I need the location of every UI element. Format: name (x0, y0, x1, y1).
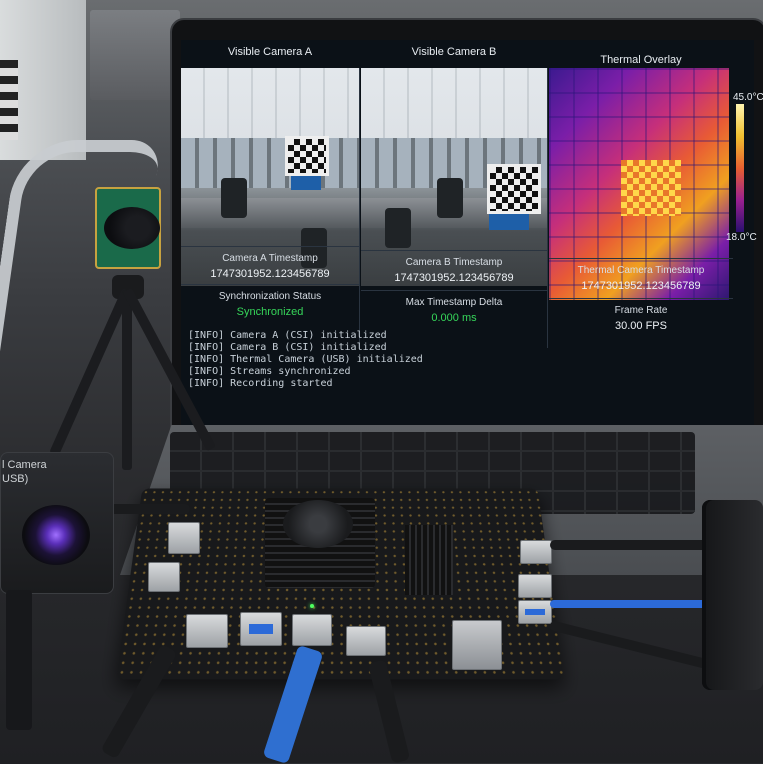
camera-b-timestamp-cell: Camera B Timestamp 1747301952.123456789 (361, 250, 547, 291)
tripod-leg (122, 290, 132, 470)
log-line: [INFO] Thermal Camera (USB) initialized (188, 354, 728, 366)
thermal-camera-label-line2: USB) (2, 472, 47, 486)
power-supply-brick (702, 500, 763, 690)
column-divider (547, 68, 548, 348)
thermal-timestamp-cell: Thermal Camera Timestamp 1747301952.1234… (549, 258, 733, 299)
column-divider (359, 68, 360, 348)
thermal-timestamp-label: Thermal Camera Timestamp (549, 265, 733, 276)
cooling-fan (283, 500, 353, 548)
status-led (310, 604, 314, 608)
office-windows (181, 138, 359, 188)
camera-a-title: Visible Camera A (181, 46, 359, 64)
max-delta-cell: Max Timestamp Delta 0.000 ms (361, 290, 547, 333)
thermal-camera-device-label: l Camera USB) (2, 458, 47, 486)
side-port (148, 562, 180, 592)
thermal-scale-min: 18.0°C (726, 232, 757, 243)
thermal-tripod (6, 590, 32, 730)
whiteboard-marker-strip (0, 60, 18, 140)
checkerboard-stand (291, 176, 321, 190)
office-chair (385, 208, 411, 248)
photo-scene: Visible Camera A Visible Camera B Therma… (0, 0, 763, 763)
office-chair (221, 178, 247, 218)
sync-status-label: Synchronization Status (181, 291, 359, 302)
camera-b-timestamp-value: 1747301952.123456789 (361, 272, 547, 284)
office-chair (437, 178, 463, 218)
usb3-port (240, 612, 282, 646)
camera-b-title: Visible Camera B (361, 46, 547, 64)
thermal-lens (22, 505, 90, 565)
frame-rate-label: Frame Rate (549, 305, 733, 316)
background-shelf (90, 10, 180, 100)
sync-status-cell: Synchronization Status Synchronized (181, 284, 359, 327)
usb-port (292, 614, 332, 646)
log-console: [INFO] Camera A (CSI) initialized [INFO]… (188, 330, 728, 402)
camera-b-timestamp-label: Camera B Timestamp (361, 257, 547, 268)
hdmi-port (346, 626, 386, 656)
thermal-timestamp-value: 1747301952.123456789 (549, 280, 733, 292)
usb-port (520, 540, 552, 564)
checkerboard-target (285, 136, 329, 176)
log-line: [INFO] Streams synchronized (188, 366, 728, 378)
log-line: [INFO] Camera B (CSI) initialized (188, 342, 728, 354)
whiteboard (0, 0, 86, 160)
usb-blue-cable (550, 600, 710, 608)
thermal-scale-max: 45.0°C (733, 92, 763, 103)
camera-a-timestamp-value: 1747301952.123456789 (181, 268, 359, 280)
camera-lens (104, 207, 160, 249)
checkerboard-stand (489, 214, 529, 230)
log-line: [INFO] Camera A (CSI) initialized (188, 330, 728, 342)
sync-status-value: Synchronized (181, 306, 359, 318)
max-delta-label: Max Timestamp Delta (361, 297, 547, 308)
thermal-color-scale (736, 104, 744, 232)
thermal-checkerboard (621, 160, 681, 216)
max-delta-value: 0.000 ms (361, 312, 547, 324)
usb-port (518, 574, 552, 598)
ceiling-lights (361, 68, 547, 138)
ceiling-lights (181, 68, 359, 138)
usb3-port (518, 600, 552, 624)
office-desks (181, 198, 359, 228)
thermal-camera-label-line1: l Camera (2, 458, 47, 472)
board-secondary-heatsink (405, 525, 453, 595)
camera-a-timestamp-label: Camera A Timestamp (181, 253, 359, 264)
ethernet-port (452, 620, 502, 670)
side-port (168, 522, 200, 554)
camera-a-timestamp-cell: Camera A Timestamp 1747301952.123456789 (181, 246, 359, 287)
checkerboard-target (487, 164, 541, 214)
power-cable (550, 540, 710, 550)
log-line: [INFO] Recording started (188, 378, 728, 390)
usb-port (186, 614, 228, 648)
